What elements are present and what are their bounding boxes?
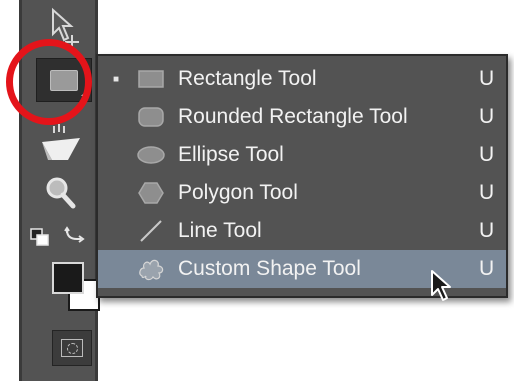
default-colors-icon (30, 228, 49, 246)
menu-item-shortcut: U (479, 257, 495, 280)
magnifier-icon (46, 177, 76, 209)
move-tool[interactable] (44, 4, 80, 48)
menu-item-label: Ellipse Tool (178, 143, 284, 166)
shape-tools-flyout: ■ Rectangle Tool U Rounded Rectangle Too… (96, 54, 508, 298)
polygon-icon (136, 180, 166, 206)
mouse-cursor-icon (431, 270, 451, 301)
menu-item-shortcut: U (479, 181, 495, 204)
line-icon (136, 218, 166, 244)
default-colors[interactable] (28, 226, 52, 248)
menu-item-rectangle-tool[interactable]: ■ Rectangle Tool U (98, 60, 506, 98)
paint-bucket-tool[interactable] (38, 120, 84, 164)
zoom-tool[interactable] (44, 174, 78, 212)
swap-colors[interactable] (62, 224, 88, 248)
foreground-color-swatch[interactable] (52, 262, 84, 294)
menu-item-label: Custom Shape Tool (178, 257, 361, 280)
menu-item-label: Polygon Tool (178, 181, 298, 204)
quick-mask[interactable] (52, 330, 92, 366)
menu-item-line-tool[interactable]: Line Tool U (98, 212, 506, 250)
menu-item-shortcut: U (479, 219, 495, 242)
rectangle-icon (50, 69, 78, 91)
menu-item-polygon-tool[interactable]: Polygon Tool U (98, 174, 506, 212)
menu-item-shortcut: U (479, 105, 495, 128)
rectangle-tool-group[interactable] (36, 58, 92, 102)
menu-item-label: Rounded Rectangle Tool (178, 105, 408, 128)
quick-mask-icon (61, 339, 83, 357)
rounded-rectangle-icon (136, 104, 166, 130)
menu-item-rounded-rectangle-tool[interactable]: Rounded Rectangle Tool U (98, 98, 506, 136)
menu-item-label: Line Tool (178, 219, 262, 242)
menu-item-ellipse-tool[interactable]: Ellipse Tool U (98, 136, 506, 174)
swap-arrow-icon (64, 226, 85, 243)
menu-item-shortcut: U (479, 67, 495, 90)
bucket-icon (42, 124, 80, 160)
ellipse-icon (136, 142, 166, 168)
flyout-indicator-icon (81, 91, 86, 96)
move-arrow-icon (52, 7, 79, 48)
menu-item-shortcut: U (479, 143, 495, 166)
menu-item-label: Rectangle Tool (178, 67, 317, 90)
selected-check-icon: ■ (112, 73, 120, 85)
rectangle-icon (136, 66, 166, 92)
custom-shape-icon (136, 256, 166, 282)
tools-panel (19, 0, 100, 381)
